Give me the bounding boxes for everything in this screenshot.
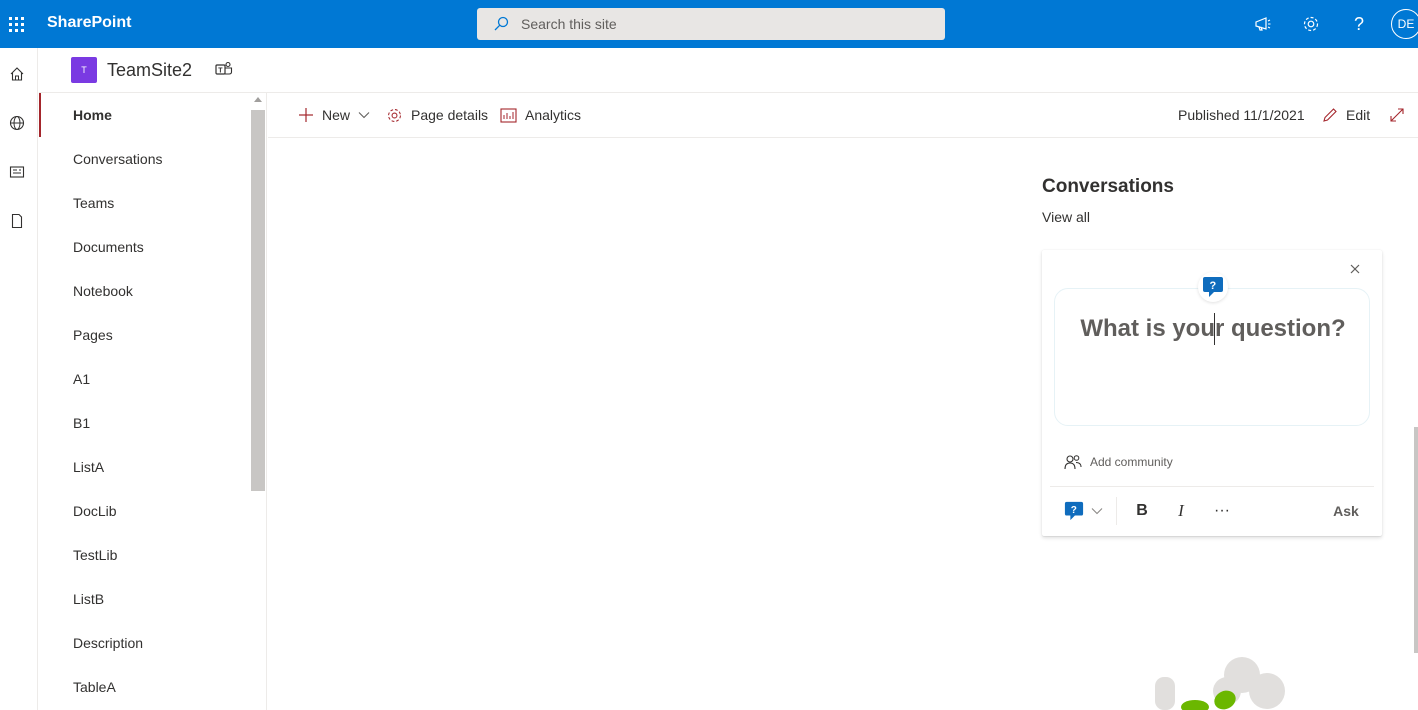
svg-text:T: T (218, 68, 223, 75)
nav-item-b1[interactable]: B1 (39, 401, 251, 445)
megaphone-icon[interactable] (1253, 14, 1273, 34)
search-icon (494, 16, 509, 31)
analytics-icon (500, 107, 517, 123)
app-bar (0, 48, 38, 710)
avatar[interactable]: DE (1391, 9, 1418, 39)
gear-icon[interactable] (1301, 14, 1321, 34)
nav-item-a1[interactable]: A1 (39, 357, 251, 401)
question-icon: ? (1198, 272, 1228, 302)
nav-item-notebook[interactable]: Notebook (39, 269, 251, 313)
post-type-dropdown[interactable]: ? (1058, 487, 1108, 535)
nav-item-documents[interactable]: Documents (39, 225, 251, 269)
question-card: What is your question? ? Add community ?… (1042, 250, 1382, 536)
toolbar-separator (1116, 497, 1117, 525)
waffle-icon (8, 16, 24, 32)
plus-icon (299, 108, 313, 122)
expand-icon (1390, 108, 1404, 122)
view-all-link[interactable]: View all (1042, 209, 1090, 225)
question-placeholder: What is your question? (1080, 315, 1346, 342)
close-icon[interactable] (1348, 262, 1362, 276)
scroll-up-arrow[interactable] (254, 97, 262, 102)
svg-text:?: ? (1210, 280, 1217, 292)
edit-button[interactable]: Edit (1322, 93, 1370, 137)
app-name[interactable]: SharePoint (47, 14, 131, 32)
search-box[interactable]: Search this site (477, 8, 945, 40)
ask-button[interactable]: Ask (1326, 487, 1366, 535)
new-label: New (322, 107, 351, 123)
add-community-button[interactable]: Add community (1064, 454, 1173, 470)
nav-item-pages[interactable]: Pages (39, 313, 251, 357)
help-icon[interactable]: ? (1349, 14, 1369, 34)
analytics-button[interactable]: Analytics (500, 93, 581, 137)
search-input[interactable]: Search this site (521, 16, 617, 32)
file-icon[interactable] (7, 211, 27, 231)
nav-item-conversations[interactable]: Conversations (39, 137, 251, 181)
gear-icon (388, 108, 401, 122)
composer-toolbar: ? B I ··· Ask (1042, 487, 1382, 535)
edit-label: Edit (1346, 107, 1371, 123)
nav-item-description[interactable]: Description (39, 621, 251, 665)
globe-icon[interactable] (7, 113, 27, 133)
more-options-button[interactable]: ··· (1208, 487, 1236, 535)
chevron-down-icon (358, 112, 370, 119)
new-button[interactable]: New (298, 93, 370, 137)
expand-button[interactable] (1389, 93, 1413, 137)
bold-button[interactable]: B (1130, 487, 1154, 535)
nav-scroll-thumb[interactable] (251, 110, 265, 491)
site-title[interactable]: TeamSite2 (107, 60, 192, 81)
nav-item-listb[interactable]: ListB (39, 577, 251, 621)
people-icon (1064, 455, 1082, 470)
analytics-label: Analytics (525, 107, 582, 123)
site-header: T TeamSite2 T (39, 48, 1418, 93)
nav-scrollbar[interactable] (251, 93, 265, 710)
published-status: Published 11/1/2021 (1178, 107, 1305, 123)
nav-item-teams[interactable]: Teams (39, 181, 251, 225)
conversations-title: Conversations (1042, 176, 1174, 197)
svg-text:?: ? (1071, 505, 1077, 516)
suite-bar: SharePoint Search this site ? DE (0, 0, 1418, 48)
text-cursor (1214, 313, 1215, 345)
page-details-label: Page details (411, 107, 489, 123)
question-input[interactable]: What is your question? (1054, 288, 1370, 426)
chevron-down-icon (1091, 508, 1103, 515)
question-type-icon: ? (1064, 501, 1084, 521)
page-details-button[interactable]: Page details (386, 93, 488, 137)
italic-button[interactable]: I (1169, 487, 1193, 535)
news-icon[interactable] (7, 162, 27, 182)
pencil-icon (1323, 108, 1337, 122)
left-navigation: Home Conversations Teams Documents Noteb… (39, 93, 267, 710)
nav-item-doclib[interactable]: DocLib (39, 489, 251, 533)
site-logo[interactable]: T (71, 57, 97, 83)
home-icon[interactable] (7, 64, 27, 84)
nav-item-tablea[interactable]: TableA (39, 665, 251, 709)
nav-item-lista[interactable]: ListA (39, 445, 251, 489)
teams-icon[interactable]: T (215, 61, 233, 82)
command-bar: New Page details Analytics Published 11/… (268, 93, 1418, 138)
nav-item-testlib[interactable]: TestLib (39, 533, 251, 577)
illustration (1155, 657, 1285, 710)
app-launcher-button[interactable] (0, 0, 30, 48)
add-community-label: Add community (1090, 455, 1173, 469)
page-scrollbar[interactable] (1414, 427, 1418, 653)
nav-item-home[interactable]: Home (39, 93, 251, 137)
